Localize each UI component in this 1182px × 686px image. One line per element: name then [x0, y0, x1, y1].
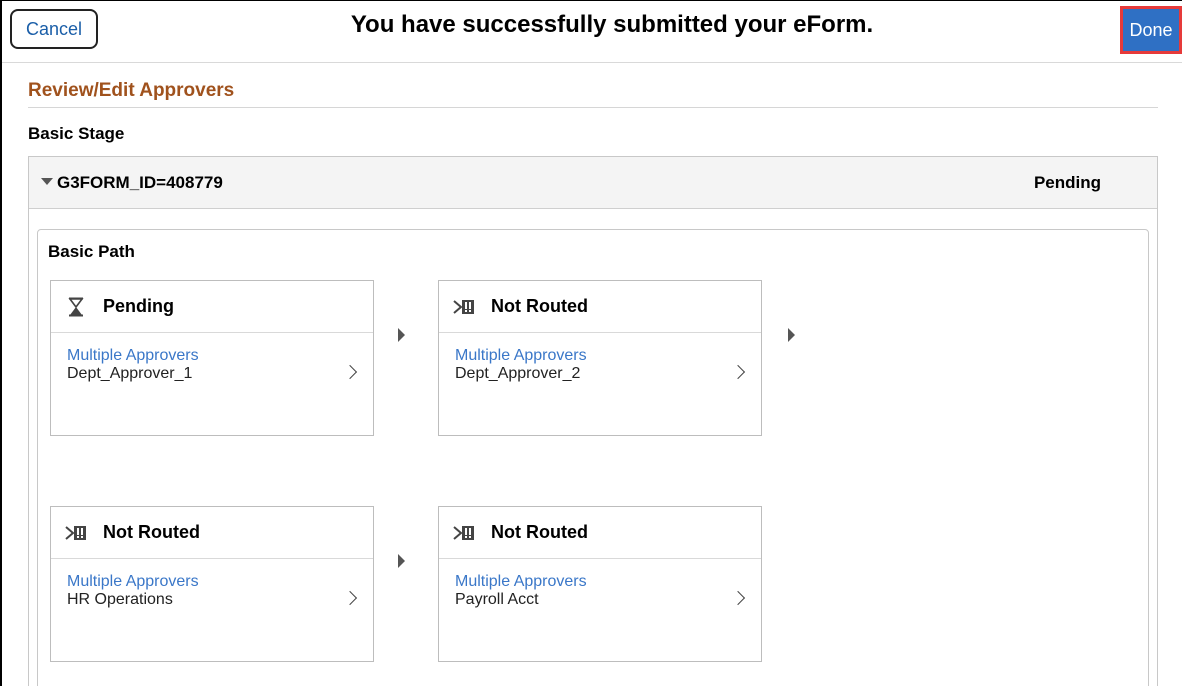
approver-step-card[interactable]: Not Routed Multiple Approvers Dept_Appro… — [438, 280, 762, 436]
approval-group-header[interactable]: G3FORM_ID=408779 Pending — [29, 157, 1157, 209]
not-routed-icon — [65, 526, 86, 540]
step-status: Not Routed — [491, 522, 588, 542]
card-header: Not Routed — [439, 281, 761, 333]
multiple-approvers-link[interactable]: Multiple Approvers — [455, 347, 587, 365]
card-header: Pending — [51, 281, 373, 333]
path-title: Basic Path — [48, 242, 135, 261]
approval-group: G3FORM_ID=408779 Pending Basic Path Pend… — [28, 156, 1158, 686]
approval-path: Basic Path Pending Multiple Approvers De… — [37, 229, 1149, 686]
group-id: G3FORM_ID=408779 — [57, 173, 223, 192]
caret-down-icon[interactable] — [41, 178, 53, 185]
cancel-button[interactable]: Cancel — [10, 9, 98, 49]
approver-name: Payroll Acct — [455, 591, 539, 608]
card-header: Not Routed — [439, 507, 761, 559]
chevron-right-icon[interactable] — [730, 590, 746, 606]
hourglass-icon — [68, 297, 84, 317]
arrow-right-icon — [788, 328, 795, 342]
step-status: Not Routed — [103, 522, 200, 542]
chevron-right-icon[interactable] — [342, 590, 358, 606]
group-status: Pending — [1033, 173, 1101, 192]
approver-step-card[interactable]: Not Routed Multiple Approvers HR Operati… — [50, 506, 374, 662]
page-header: Cancel You have successfully submitted y… — [2, 1, 1182, 63]
page-title: You have successfully submitted your eFo… — [350, 11, 874, 38]
done-button[interactable]: Done — [1120, 6, 1182, 54]
multiple-approvers-link[interactable]: Multiple Approvers — [455, 573, 587, 591]
approver-name: HR Operations — [67, 591, 173, 608]
chevron-right-icon[interactable] — [342, 364, 358, 380]
section-divider — [28, 107, 1158, 108]
not-routed-icon — [453, 300, 474, 314]
approver-name: Dept_Approver_2 — [455, 365, 581, 382]
multiple-approvers-link[interactable]: Multiple Approvers — [67, 347, 199, 365]
multiple-approvers-link[interactable]: Multiple Approvers — [67, 573, 199, 591]
step-status: Not Routed — [491, 296, 588, 316]
not-routed-icon — [453, 526, 474, 540]
approver-name: Dept_Approver_1 — [67, 365, 193, 382]
approver-step-card[interactable]: Pending Multiple Approvers Dept_Approver… — [50, 280, 374, 436]
section-title: Review/Edit Approvers — [28, 80, 235, 101]
arrow-right-icon — [398, 328, 405, 342]
stage-label: Basic Stage — [28, 124, 125, 143]
chevron-right-icon[interactable] — [730, 364, 746, 380]
step-status: Pending — [103, 296, 174, 316]
arrow-right-icon — [398, 554, 405, 568]
approver-step-card[interactable]: Not Routed Multiple Approvers Payroll Ac… — [438, 506, 762, 662]
card-header: Not Routed — [51, 507, 373, 559]
